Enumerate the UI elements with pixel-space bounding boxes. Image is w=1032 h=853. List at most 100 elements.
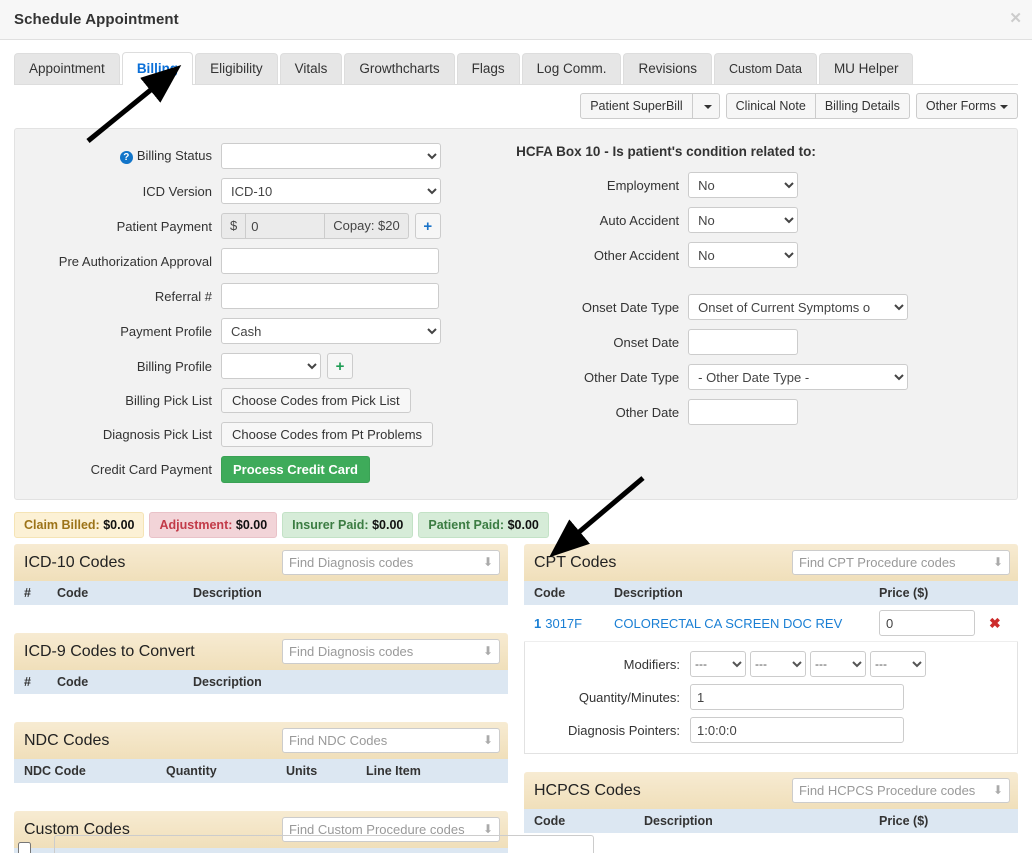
field-other-accident: Other Accident No — [516, 242, 1007, 268]
ndc-search-input[interactable] — [282, 728, 500, 753]
tab-vitals[interactable]: Vitals — [279, 53, 343, 84]
copay-label: Copay: $20 — [325, 213, 409, 239]
billing-details-button[interactable]: Billing Details — [815, 93, 910, 119]
superbill-dropdown-toggle[interactable] — [692, 93, 720, 119]
panel-ndc: NDC Codes ⬇ NDC Code Quantity Units Line… — [14, 722, 508, 797]
forms-toolbar: Patient SuperBill Clinical Note Billing … — [0, 85, 1032, 119]
field-pre-auth: Pre Authorization Approval — [25, 248, 506, 274]
field-credit-card: Credit Card Payment Process Credit Card — [25, 456, 506, 483]
billing-profile-select[interactable] — [221, 353, 321, 379]
field-referral: Referral # — [25, 283, 506, 309]
cpt-search-input[interactable] — [792, 550, 1010, 575]
referral-input[interactable] — [221, 283, 439, 309]
cpt-row-code[interactable]: 3017F — [545, 616, 582, 631]
schedule-appointment-modal: Schedule Appointment ✕ Appointment Billi… — [0, 0, 1032, 853]
hcpcs-search-input[interactable] — [792, 778, 1010, 803]
ndc-search-box: ⬇ — [282, 728, 500, 753]
quantity-input[interactable] — [690, 684, 904, 710]
patient-payment-input[interactable] — [245, 213, 326, 239]
modifier-select-3[interactable]: --- — [810, 651, 866, 677]
icd-version-label: ICD Version — [142, 183, 212, 199]
onset-date-input[interactable] — [688, 329, 799, 355]
quantity-label: Quantity/Minutes: — [578, 689, 680, 705]
billing-status-select[interactable] — [221, 143, 441, 169]
hcpcs-table-header: Code Description Price ($) — [524, 809, 1018, 833]
currency-symbol: $ — [221, 213, 246, 239]
status-badge-insurer-paid: Insurer Paid: $0.00 — [282, 512, 414, 538]
employment-select[interactable]: No — [688, 172, 799, 198]
modifier-select-1[interactable]: --- — [690, 651, 746, 677]
cpt-header: CPT Codes ⬇ — [524, 544, 1018, 581]
tab-billing[interactable]: Billing — [121, 52, 194, 85]
left-code-column: ICD-10 Codes ⬇ # Code Description ICD-9 … — [14, 544, 508, 853]
icd10-search-input[interactable] — [282, 550, 500, 575]
tab-appointment[interactable]: Appointment — [14, 53, 120, 84]
billing-form-panel: ? Billing Status ICD Version ICD-10 Patie… — [14, 128, 1018, 500]
hcpcs-col-price: Price ($) — [879, 814, 929, 828]
add-payment-button[interactable]: + — [414, 213, 441, 239]
icd-version-select[interactable]: ICD-10 — [221, 178, 441, 204]
auto-accident-select[interactable]: No — [688, 207, 799, 233]
tab-custom-data[interactable]: Custom Data — [713, 53, 817, 84]
field-patient-payment: Patient Payment $ Copay: $20 + — [25, 213, 506, 239]
billing-profile-label: Billing Profile — [136, 358, 212, 374]
icd10-title: ICD-10 Codes — [24, 553, 126, 571]
icd9-title: ICD-9 Codes to Convert — [24, 642, 195, 660]
status-badge-adjustment: Adjustment: $0.00 — [149, 512, 278, 538]
cpt-col-price: Price ($) — [879, 586, 929, 600]
icd9-table-header: # Code Description — [14, 670, 508, 694]
close-icon[interactable]: ✕ — [1009, 11, 1022, 26]
ndc-col-quantity: Quantity — [166, 764, 217, 778]
adjustment-amount: $0.00 — [235, 518, 268, 532]
add-billing-profile-button[interactable]: + — [327, 353, 353, 379]
icd10-search-box: ⬇ — [282, 550, 500, 575]
patient-superbill-button[interactable]: Patient SuperBill — [580, 93, 693, 119]
clinical-note-button[interactable]: Clinical Note — [725, 93, 816, 119]
tab-mu-helper[interactable]: MU Helper — [818, 53, 914, 84]
other-date-type-select[interactable]: - Other Date Type - — [688, 364, 909, 390]
justify-label — [42, 841, 46, 853]
field-auto-accident: Auto Accident No — [516, 207, 1007, 233]
referral-label: Referral # — [154, 288, 212, 304]
tab-eligibility[interactable]: Eligibility — [195, 53, 278, 84]
justify-checkbox[interactable] — [18, 841, 31, 853]
field-onset-date: Onset Date — [516, 329, 1007, 355]
cpt-price-input[interactable] — [879, 610, 975, 636]
justify-input[interactable] — [53, 835, 594, 853]
modifier-select-2[interactable]: --- — [750, 651, 806, 677]
tab-flags[interactable]: Flags — [456, 53, 520, 84]
delete-icon[interactable]: ✖ — [989, 615, 1001, 632]
icd10-col-description: Description — [193, 586, 262, 600]
icd9-search-input[interactable] — [282, 639, 500, 664]
tab-log-comm[interactable]: Log Comm. — [521, 53, 622, 84]
patient-paid-amount: $0.00 — [507, 518, 539, 532]
ndc-table-body — [14, 783, 508, 797]
ndc-table-header: NDC Code Quantity Units Line Item — [14, 759, 508, 783]
claim-billed-amount: $0.00 — [103, 518, 135, 532]
cpt-quantity-row: Quantity/Minutes: — [535, 684, 1007, 710]
choose-codes-pick-list-button[interactable]: Choose Codes from Pick List — [221, 388, 411, 413]
hcfa-title: HCFA Box 10 - Is patient's condition rel… — [516, 144, 816, 159]
pre-auth-input[interactable] — [221, 248, 439, 274]
credit-card-label: Credit Card Payment — [90, 462, 212, 477]
cpt-row-description[interactable]: COLORECTAL CA SCREEN DOC REV — [614, 616, 879, 631]
help-icon[interactable]: ? — [119, 150, 133, 164]
onset-date-type-select[interactable]: Onset of Current Symptoms or Illness — [688, 294, 909, 320]
tab-revisions[interactable]: Revisions — [623, 53, 712, 84]
process-credit-card-button[interactable]: Process Credit Card — [221, 456, 370, 483]
other-forms-button[interactable]: Other Forms — [915, 93, 1018, 119]
modifier-select-4[interactable]: --- — [870, 651, 926, 677]
tab-growthcharts[interactable]: Growthcharts — [344, 53, 455, 84]
field-diagnosis-pick-list: Diagnosis Pick List Choose Codes from Pt… — [25, 422, 506, 447]
caret-down-icon — [703, 104, 712, 109]
icd9-search-box: ⬇ — [282, 639, 500, 664]
other-date-input[interactable] — [688, 399, 799, 425]
other-accident-select[interactable]: No — [688, 242, 799, 268]
superbill-button-group: Patient SuperBill — [580, 93, 720, 119]
payment-profile-select[interactable]: Cash — [221, 318, 441, 344]
choose-codes-pt-problems-button[interactable]: Choose Codes from Pt Problems — [221, 422, 434, 447]
caret-down-icon — [1000, 104, 1008, 109]
diagnosis-pointers-input[interactable] — [690, 717, 904, 743]
hcpcs-search-box: ⬇ — [792, 778, 1010, 803]
ndc-title: NDC Codes — [24, 731, 110, 749]
